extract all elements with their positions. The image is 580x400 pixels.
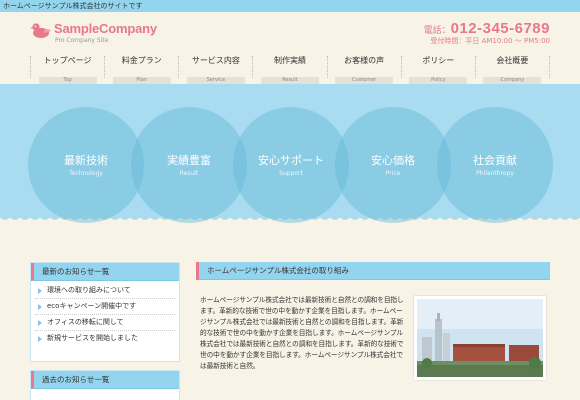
latest-news-heading: 最新のお知らせ一覧: [31, 263, 179, 281]
main-heading: ホームページサンプル株式会社の取り組み: [196, 262, 550, 280]
circle-title: 実績豊富: [167, 154, 211, 167]
circle-title: 最新技術: [64, 154, 108, 167]
news-item-label: 新規サービスを開始しました: [47, 334, 138, 342]
duck-logo-icon: [30, 23, 51, 38]
nav-item-plan[interactable]: 料金プラン Plan: [104, 56, 178, 84]
business-hours: 受付時間：平日 AM10:00 ～ PM5:00: [430, 37, 550, 45]
circle-title: 安心価格: [371, 154, 415, 167]
phone-number[interactable]: 012-345-6789: [451, 20, 550, 37]
past-news-heading: 過去のお知らせ一覧: [31, 371, 179, 389]
nav-label: 料金プラン: [121, 56, 162, 65]
phone-contact: 電話：012-345-6789: [424, 18, 550, 37]
circle-subtitle: Price: [385, 170, 401, 177]
logo-title: SampleCompany: [54, 21, 157, 36]
nav-label: 制作実績: [273, 56, 306, 65]
past-news-box: 過去のお知らせ一覧: [30, 370, 180, 400]
nav-item-result[interactable]: 制作実績 Result: [252, 56, 326, 84]
hero-circle-philanthropy[interactable]: 社会貢献 Philanthropy: [437, 107, 553, 223]
logo-subtitle: Pro Company Site: [55, 37, 109, 44]
circle-subtitle: Result: [179, 170, 199, 177]
nav-label: サービス内容: [191, 56, 240, 65]
nav-label: ポリシー: [422, 56, 455, 65]
top-tagline-bar: ホームページサンプル株式会社のサイトです: [0, 0, 580, 12]
news-item-label: 環境への取り組みについて: [47, 286, 131, 294]
circle-subtitle: Technology: [69, 170, 103, 177]
triangle-bullet-icon: [38, 320, 42, 326]
nav-sublabel: Plan: [112, 77, 171, 84]
phone-prefix: 電話：: [423, 26, 451, 36]
circle-title: 安心サポート: [258, 154, 324, 167]
main-content: ホームページサンプル株式会社の取り組み ホームページサンプル株式会社では最新技術…: [196, 262, 550, 380]
circle-subtitle: Support: [279, 170, 303, 177]
hero-circle-result[interactable]: 実績豊富 Result: [131, 107, 247, 223]
site-tagline: ホームページサンプル株式会社のサイトです: [3, 2, 143, 10]
nav-label: トップページ: [43, 56, 92, 65]
triangle-bullet-icon: [38, 288, 42, 294]
news-item[interactable]: ecoキャンペーン開催中です: [35, 299, 175, 315]
nav-item-top[interactable]: トップページ Top: [30, 56, 104, 84]
news-item-label: ecoキャンペーン開催中です: [47, 302, 137, 310]
nav-sublabel: Policy: [409, 77, 468, 84]
news-item[interactable]: 環境への取り組みについて: [35, 283, 175, 299]
triangle-bullet-icon: [38, 336, 42, 342]
hero-circle-technology[interactable]: 最新技術 Technology: [28, 107, 144, 223]
latest-news-box: 最新のお知らせ一覧 環境への取り組みについて ecoキャンペーン開催中です オフ…: [30, 262, 180, 362]
harbor-photo: [414, 296, 546, 380]
circle-title: 社会貢献: [473, 154, 517, 167]
main-body-text: ホームページサンプル株式会社では最新技術と自然との調和を目指します。革新的な技術…: [200, 296, 404, 370]
nav-label: 会社概要: [496, 56, 529, 65]
harbor-photo-image: [417, 299, 543, 377]
triangle-bullet-icon: [38, 304, 42, 310]
nav-sublabel: Customer: [335, 77, 394, 84]
nav-sublabel: Top: [38, 77, 97, 84]
news-item-label: オフィスの移転に関して: [47, 318, 124, 326]
nav-label: お客様の声: [344, 56, 385, 65]
nav-item-policy[interactable]: ポリシー Policy: [400, 56, 475, 84]
hero-circle-price[interactable]: 安心価格 Price: [335, 107, 451, 223]
nav-item-service[interactable]: サービス内容 Service: [178, 56, 252, 84]
news-item[interactable]: 新規サービスを開始しました: [35, 331, 175, 346]
nav-sublabel: Company: [483, 77, 542, 84]
site-logo[interactable]: SampleCompany Pro Company Site: [30, 18, 160, 48]
circle-subtitle: Philanthropy: [476, 170, 514, 177]
hero-circle-support[interactable]: 安心サポート Support: [233, 107, 349, 223]
global-nav: トップページ Top 料金プラン Plan サービス内容 Service 制作実…: [30, 56, 550, 84]
latest-news-list: 環境への取り組みについて ecoキャンペーン開催中です オフィスの移転に関して …: [31, 281, 179, 348]
nav-sublabel: Result: [260, 77, 319, 84]
nav-sublabel: Service: [186, 77, 245, 84]
nav-item-company[interactable]: 会社概要 Company: [474, 56, 550, 84]
nav-item-customer[interactable]: お客様の声 Customer: [326, 56, 401, 84]
news-item[interactable]: オフィスの移転に関して: [35, 315, 175, 331]
